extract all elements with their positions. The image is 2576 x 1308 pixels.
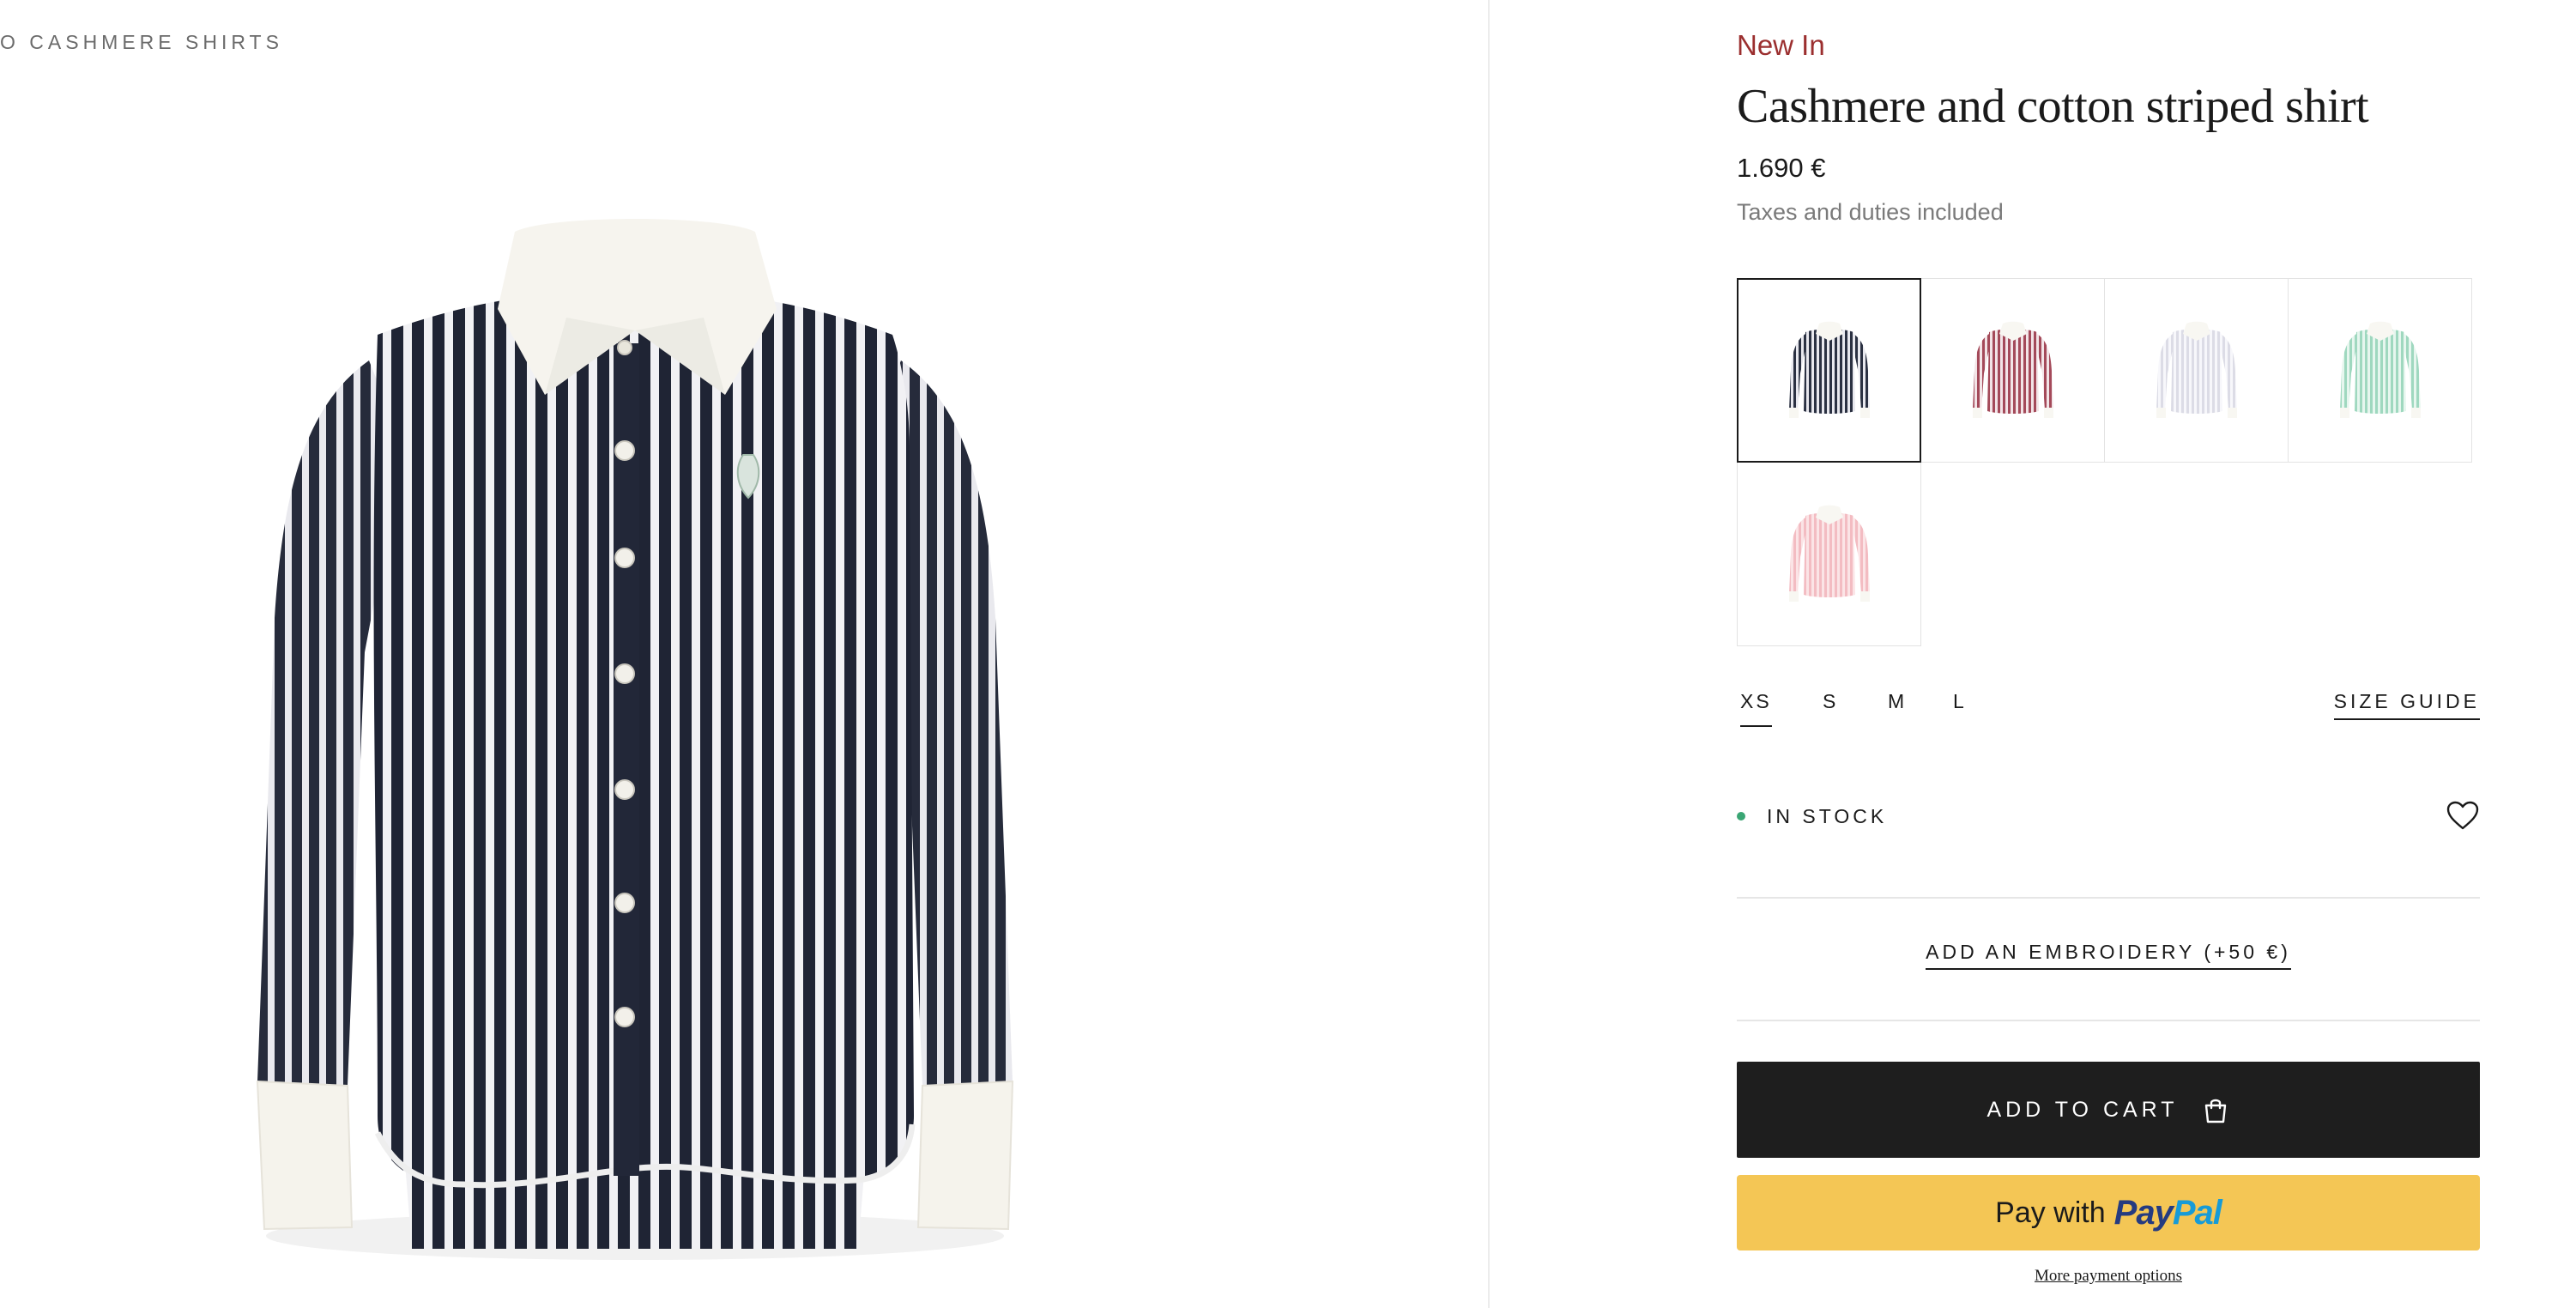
new-in-badge: New In xyxy=(1737,29,1825,61)
add-embroidery-link[interactable]: ADD AN EMBROIDERY (+50 €) xyxy=(1926,941,2291,970)
tax-note: Taxes and duties included xyxy=(1737,199,2004,225)
paypal-pay-with-label: Pay with xyxy=(1995,1196,2106,1229)
more-payment-options-row: More payment options xyxy=(1737,1267,2480,1286)
product-price: 1.690 € xyxy=(1737,153,1826,183)
paypal-logo: PayPal xyxy=(2113,1193,2222,1232)
section-divider xyxy=(1737,1020,2480,1021)
add-to-cart-label: ADD TO CART xyxy=(1986,1097,2179,1122)
size-option-xs[interactable]: XS xyxy=(1740,690,1772,727)
heart-icon[interactable] xyxy=(2446,800,2480,831)
size-option-l[interactable]: L xyxy=(1953,690,1967,725)
product-title: Cashmere and cotton striped shirt xyxy=(1737,80,2369,133)
section-divider xyxy=(1737,897,2480,899)
shopping-bag-icon xyxy=(2201,1095,2230,1124)
stock-status-label: IN STOCK xyxy=(1767,805,1888,827)
shirt-thumbnail xyxy=(2339,321,2421,418)
size-selector: XS S M L SIZE GUIDE xyxy=(1737,690,2480,728)
paypal-button[interactable]: Pay with PayPal xyxy=(1737,1175,2480,1250)
column-divider xyxy=(1488,0,1490,1308)
shirt-thumbnail xyxy=(2156,321,2237,418)
size-option-m[interactable]: M xyxy=(1888,690,1907,725)
product-image xyxy=(0,0,1488,1308)
color-swatches xyxy=(1737,278,2475,646)
stock-row: IN STOCK xyxy=(1737,800,2480,839)
color-swatch-navy[interactable] xyxy=(1737,278,1921,463)
embroidery-row: ADD AN EMBROIDERY (+50 €) xyxy=(1737,941,2480,970)
color-swatch-burgundy[interactable] xyxy=(1920,278,2105,463)
shirt-thumbnail xyxy=(1972,321,2053,418)
product-details-panel: New In Cashmere and cotton striped shirt… xyxy=(1737,0,2480,1308)
more-payment-options-link[interactable]: More payment options xyxy=(2035,1267,2182,1285)
size-guide-link[interactable]: SIZE GUIDE xyxy=(2333,690,2480,720)
color-swatch-white[interactable] xyxy=(2104,278,2289,463)
size-option-s[interactable]: S xyxy=(1823,690,1838,725)
shirt-thumbnail xyxy=(1788,321,1870,418)
color-swatch-mint[interactable] xyxy=(2288,278,2472,463)
shirt-thumbnail xyxy=(1788,505,1870,602)
add-to-cart-button[interactable]: ADD TO CART xyxy=(1737,1062,2480,1158)
color-swatch-pink[interactable] xyxy=(1737,462,1921,646)
stock-status-dot xyxy=(1737,812,1745,821)
